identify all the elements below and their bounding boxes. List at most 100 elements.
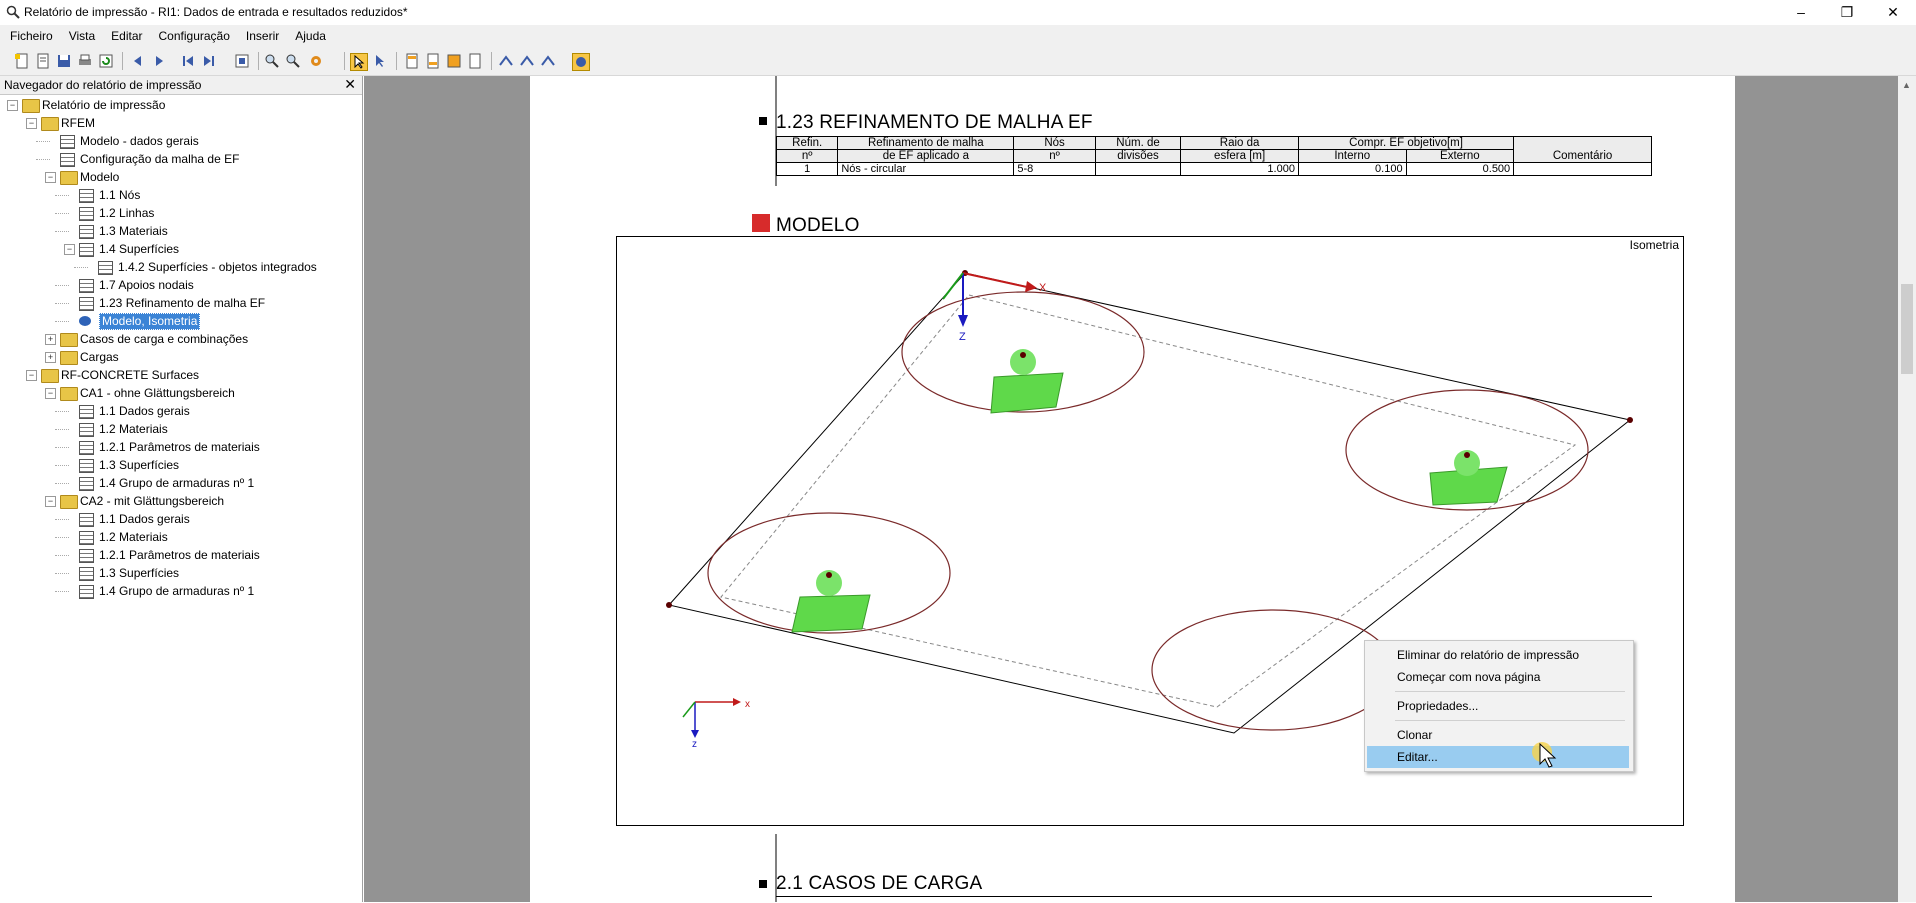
menu-inserir[interactable]: Inserir <box>240 25 285 47</box>
next-page-icon[interactable] <box>151 53 167 69</box>
graphic-edit-icon[interactable] <box>519 53 535 69</box>
navigator-close-icon[interactable]: ✕ <box>344 76 356 93</box>
menu-bar: Ficheiro Vista Editar Configuração Inserir Aj… <box>0 25 1916 47</box>
zoom-in-icon[interactable] <box>264 53 280 69</box>
tree-item-ca1[interactable]: − CA1 - ohne Glättungsbereich <box>0 384 360 402</box>
tree-item-report-root[interactable]: − Relatório de impressão <box>0 96 360 114</box>
table-icon <box>60 135 75 149</box>
tree-item-superficies-objetos-integrados[interactable]: 1.4.2 Superfícies - objetos integrados <box>0 258 360 276</box>
tree-item-modelo-isometria[interactable]: Modelo, Isometria <box>0 312 360 330</box>
tree-item-ca2[interactable]: − CA2 - mit Glättungsbereich <box>0 492 360 510</box>
minimize-button[interactable]: – <box>1778 0 1824 25</box>
tree-item-linhas[interactable]: 1.2 Linhas <box>0 204 360 222</box>
refresh-icon[interactable] <box>98 53 114 69</box>
collapse-icon[interactable]: − <box>45 172 56 183</box>
tree-item-ca2-dados-gerais[interactable]: 1.1 Dados gerais <box>0 510 360 528</box>
graphic-zoom-icon[interactable] <box>540 53 556 69</box>
menu-item-delete-from-report[interactable]: Eliminar do relatório de impressão <box>1367 644 1629 666</box>
tree-item-ca2-parametros-materiais[interactable]: 1.2.1 Parâmetros de materiais <box>0 546 360 564</box>
navigator-header: Navegador do relatório de impressão ✕ <box>0 76 362 95</box>
table-icon <box>79 549 94 563</box>
tree-item-configuracao-malha[interactable]: Configuração da malha de EF <box>0 150 360 168</box>
tree-item-ca1-dados-gerais[interactable]: 1.1 Dados gerais <box>0 402 360 420</box>
tree-item-ca2-superficies[interactable]: 1.3 Superfícies <box>0 564 360 582</box>
nodal-support-1 <box>990 349 1064 414</box>
col-divisions: Núm. de <box>1094 136 1182 150</box>
tree-item-rfem[interactable]: − RFEM <box>0 114 360 132</box>
menu-item-start-new-page[interactable]: Começar com nova página <box>1367 666 1629 688</box>
report-workspace[interactable]: 1.23 REFINAMENTO DE MALHA EF Refin. Refi… <box>364 76 1898 902</box>
scroll-up-icon[interactable]: ▲ <box>1902 80 1911 90</box>
tree-item-label: 1.2 Materiais <box>99 422 168 436</box>
tree-item-materiais[interactable]: 1.3 Materiais <box>0 222 360 240</box>
tree-item-ca1-superficies[interactable]: 1.3 Superfícies <box>0 456 360 474</box>
blank-page-icon[interactable] <box>467 53 483 69</box>
expand-icon[interactable]: + <box>45 352 56 363</box>
expand-icon[interactable]: + <box>45 334 56 345</box>
tree-item-superficies[interactable]: − 1.4 Superfícies <box>0 240 360 258</box>
menu-vista[interactable]: Vista <box>63 25 101 47</box>
collapse-icon[interactable]: − <box>45 388 56 399</box>
collapse-icon[interactable]: − <box>26 118 37 129</box>
collapse-icon[interactable]: − <box>26 370 37 381</box>
zoom-out-icon[interactable] <box>285 53 301 69</box>
menu-item-properties[interactable]: Propriedades... <box>1367 695 1629 717</box>
page-header-icon[interactable] <box>425 53 441 69</box>
maximize-button[interactable]: ❐ <box>1824 0 1870 25</box>
tree-item-label: Modelo <box>80 170 120 184</box>
first-page-icon[interactable] <box>180 53 196 69</box>
new-document-icon[interactable] <box>14 53 30 69</box>
select-object-icon[interactable] <box>372 53 388 69</box>
coordinate-axes-icon: x z <box>682 698 750 750</box>
tree-item-ca1-grupo-armaduras[interactable]: 1.4 Grupo de armaduras nº 1 <box>0 474 360 492</box>
page-icon[interactable] <box>404 53 420 69</box>
close-button[interactable]: ✕ <box>1870 0 1916 25</box>
page-setup-icon[interactable] <box>234 53 250 69</box>
col-refinement-applied: de EF aplicado a <box>837 149 1015 163</box>
table-icon <box>79 279 94 293</box>
section-title-load-cases: 2.1 CASOS DE CARGA <box>776 873 983 894</box>
last-page-icon[interactable] <box>201 53 217 69</box>
print-icon[interactable] <box>77 53 93 69</box>
table-icon <box>79 513 94 527</box>
section-bullet-2 <box>759 880 767 888</box>
table-icon <box>79 243 94 257</box>
previous-page-icon[interactable] <box>130 53 146 69</box>
col-radius: Raio da <box>1180 136 1299 150</box>
table-icon <box>79 423 94 437</box>
tree-item-rf-concrete-surfaces[interactable]: − RF-CONCRETE Surfaces <box>0 366 360 384</box>
settings-gear-icon[interactable] <box>308 53 324 69</box>
section-marker-icon <box>752 214 770 232</box>
tree-item-nos[interactable]: 1.1 Nós <box>0 186 360 204</box>
collapse-icon[interactable]: − <box>64 244 75 255</box>
vertical-scrollbar[interactable]: ▲ <box>1898 76 1916 902</box>
tree-item-apoios-nodais[interactable]: 1.7 Apoios nodais <box>0 276 360 294</box>
graphic-tool-icon[interactable] <box>498 53 514 69</box>
menu-configuracao[interactable]: Configuração <box>153 25 236 47</box>
tree-item-modelo-dados-gerais[interactable]: Modelo - dados gerais <box>0 132 360 150</box>
select-tool-icon[interactable] <box>350 53 368 71</box>
tree-item-casos-de-carga[interactable]: + Casos de carga e combinações <box>0 330 360 348</box>
axis-label-z: z <box>692 739 697 750</box>
table-icon <box>79 207 94 221</box>
save-icon[interactable] <box>56 53 72 69</box>
menu-ficheiro[interactable]: Ficheiro <box>4 25 59 47</box>
tree-item-modelo[interactable]: − Modelo <box>0 168 360 186</box>
open-document-icon[interactable] <box>35 53 51 69</box>
menu-item-edit[interactable]: Editar... <box>1367 746 1629 768</box>
menu-ajuda[interactable]: Ajuda <box>289 25 332 47</box>
menu-item-clone[interactable]: Clonar <box>1367 724 1629 746</box>
col-refin: Refin. <box>775 136 839 150</box>
tree-item-ca1-materiais[interactable]: 1.2 Materiais <box>0 420 360 438</box>
scrollbar-thumb[interactable] <box>1901 284 1913 374</box>
tree-item-ca1-parametros-materiais[interactable]: 1.2.1 Parâmetros de materiais <box>0 438 360 456</box>
options-icon[interactable] <box>572 53 590 71</box>
collapse-icon[interactable]: − <box>7 100 18 111</box>
tree-item-ca2-grupo-armaduras[interactable]: 1.4 Grupo de armaduras nº 1 <box>0 582 360 600</box>
tree-item-ca2-materiais[interactable]: 1.2 Materiais <box>0 528 360 546</box>
menu-editar[interactable]: Editar <box>105 25 148 47</box>
page-layout-icon[interactable] <box>446 53 462 69</box>
tree-item-cargas[interactable]: + Cargas <box>0 348 360 366</box>
tree-item-refinamento-malha[interactable]: 1.23 Refinamento de malha EF <box>0 294 360 312</box>
collapse-icon[interactable]: − <box>45 496 56 507</box>
